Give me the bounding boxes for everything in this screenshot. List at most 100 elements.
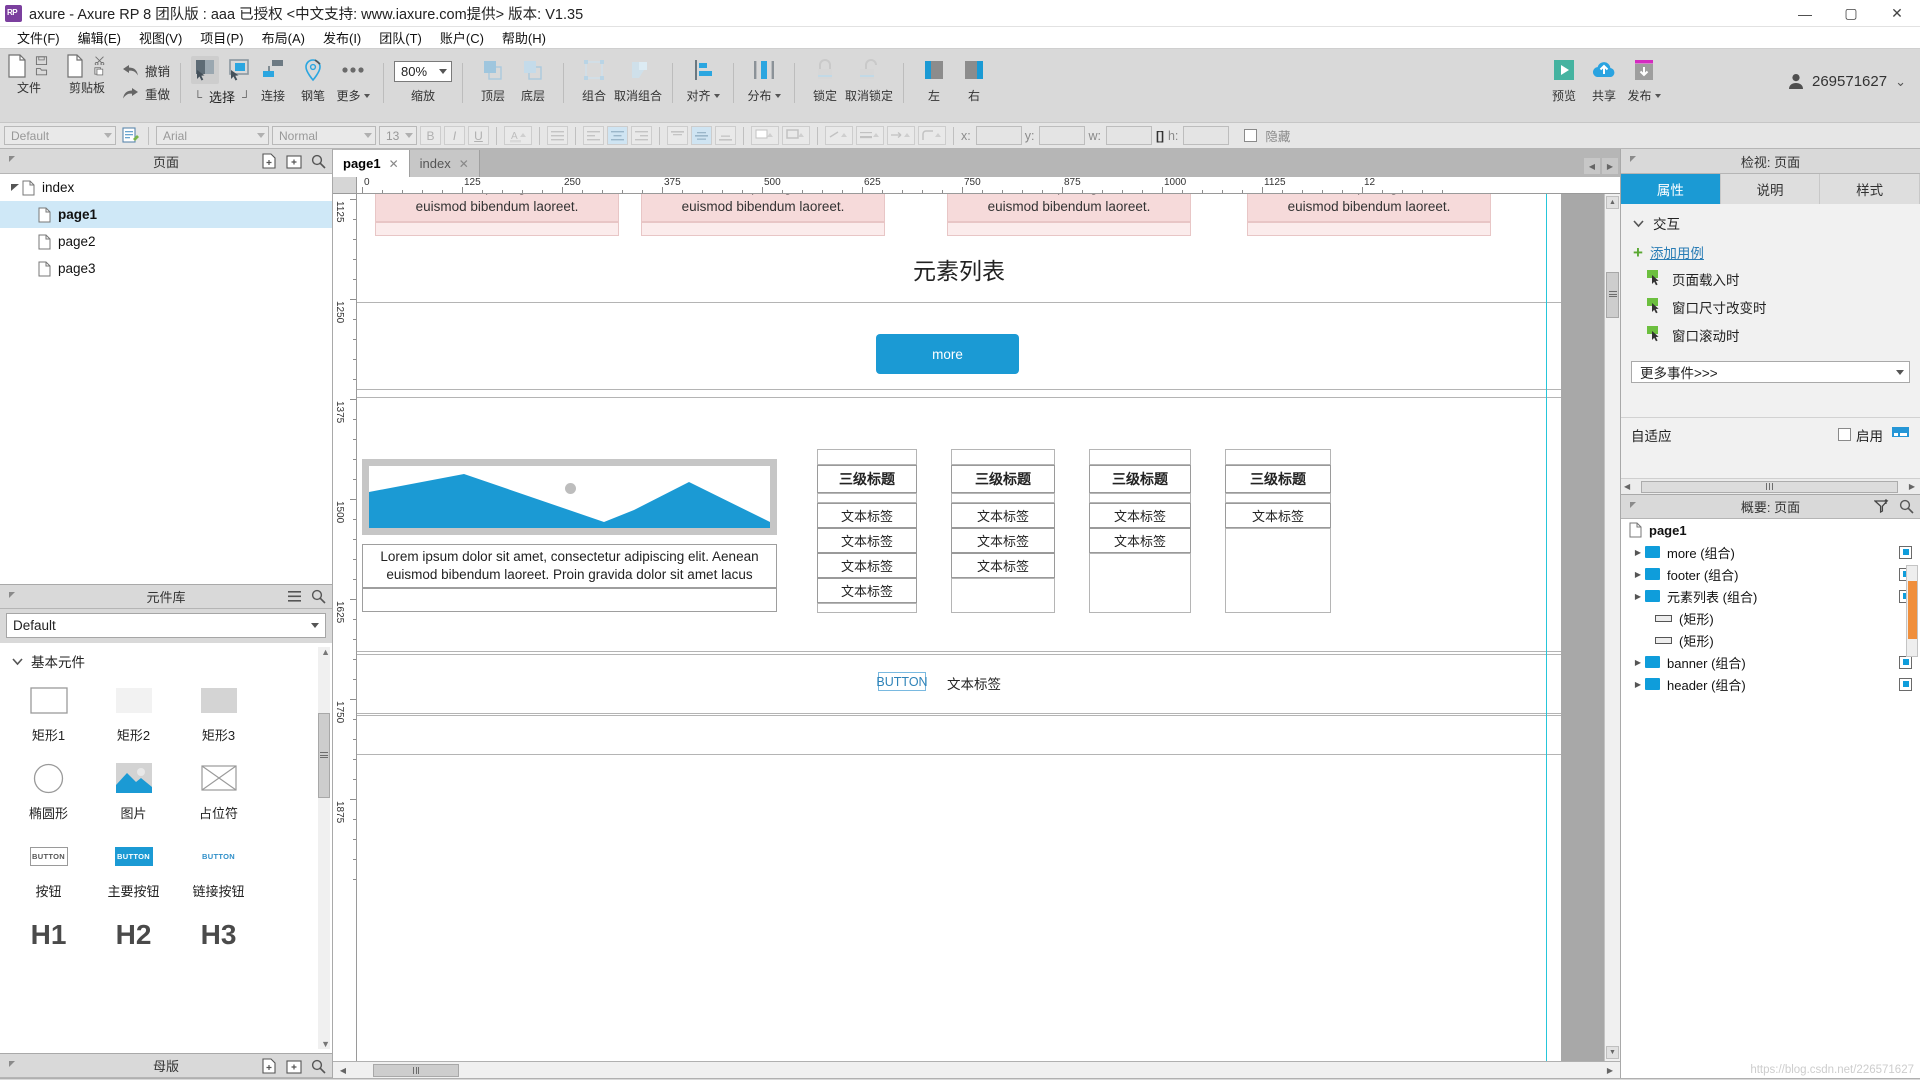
table-cell[interactable]: 文本标签: [1225, 503, 1331, 528]
outline-scrollbar-thumb[interactable]: [1908, 581, 1917, 639]
table-header-cell[interactable]: 三级标题: [951, 465, 1055, 493]
line-color-button[interactable]: [782, 126, 810, 145]
table-cell[interactable]: 文本标签: [817, 503, 917, 528]
canvas-horizontal-scrollbar[interactable]: ◀ ▶: [333, 1061, 1620, 1078]
add-folder-icon[interactable]: [286, 1059, 302, 1077]
select-tool-icon[interactable]: [191, 56, 220, 84]
maximize-button[interactable]: ▢: [1828, 0, 1874, 27]
text-indent-button[interactable]: [547, 126, 568, 145]
expand-arrow-icon[interactable]: [8, 183, 22, 192]
pink-card-footer-3[interactable]: [947, 222, 1191, 236]
tab-notes[interactable]: 说明: [1720, 174, 1821, 204]
menu-item-publish[interactable]: 发布(I): [314, 26, 370, 49]
table-header-cell[interactable]: 三级标题: [1089, 465, 1191, 493]
table-cell[interactable]: 文本标签: [951, 528, 1055, 553]
table-blank-cell[interactable]: [951, 578, 1055, 613]
table-blank-cell[interactable]: [817, 449, 917, 465]
inspector-scroll-left[interactable]: ◀: [1624, 482, 1630, 491]
widget-rect3[interactable]: 矩形3: [176, 675, 261, 753]
preview-button[interactable]: 预览: [1544, 49, 1584, 104]
outline-root[interactable]: page1: [1621, 519, 1920, 541]
font-weight-select[interactable]: Normal: [272, 126, 376, 145]
table-blank-cell[interactable]: [1225, 493, 1331, 503]
underline-button[interactable]: U: [468, 126, 489, 145]
point-tool-icon[interactable]: [225, 56, 253, 84]
tab-scroll-right[interactable]: ▶: [1602, 158, 1618, 174]
widget-link-button[interactable]: BUTTON 链接按钮: [176, 831, 261, 909]
search-icon[interactable]: [1899, 499, 1914, 517]
widget-h3[interactable]: H3: [176, 909, 261, 950]
library-scroll-up-arrow[interactable]: ▲: [321, 647, 330, 657]
visibility-toggle[interactable]: [1899, 677, 1912, 691]
bring-to-front-button[interactable]: 顶层: [473, 49, 513, 104]
outline-item-footer[interactable]: ▶ footer (组合): [1621, 563, 1920, 585]
menu-item-view[interactable]: 视图(V): [130, 26, 191, 49]
image-placeholder-widget[interactable]: [362, 459, 777, 535]
valign-bottom-button[interactable]: [715, 126, 736, 145]
image-caption[interactable]: Lorem ipsum dolor sit amet, consectetur …: [362, 544, 777, 588]
line-width-button[interactable]: [856, 126, 884, 145]
pen-tool[interactable]: 钢笔: [293, 49, 333, 104]
menu-item-layout[interactable]: 布局(A): [253, 26, 314, 49]
menu-item-project[interactable]: 项目(P): [191, 26, 252, 49]
collapse-arrow-icon[interactable]: [1628, 500, 1641, 516]
filter-icon[interactable]: [1873, 498, 1890, 517]
share-button[interactable]: 共享: [1584, 49, 1624, 104]
expand-arrow-icon[interactable]: ▶: [1631, 548, 1645, 557]
more-events-select[interactable]: 更多事件>>>: [1631, 361, 1910, 383]
table-blank-cell[interactable]: [951, 449, 1055, 465]
paste-icon[interactable]: [64, 54, 86, 78]
unlock-button[interactable]: 取消锁定: [845, 49, 893, 104]
library-select[interactable]: Default: [6, 613, 326, 638]
outline-item-rect-2[interactable]: (矩形): [1621, 629, 1920, 651]
add-folder-icon[interactable]: [286, 154, 302, 172]
menu-item-file[interactable]: 文件(F): [8, 26, 69, 49]
canvas-scroll-down-arrow[interactable]: ▼: [1606, 1046, 1619, 1059]
canvas-hscroll-thumb[interactable]: [373, 1064, 459, 1077]
outline-item-banner[interactable]: ▶ banner (组合): [1621, 651, 1920, 673]
table-blank-cell[interactable]: [817, 493, 917, 503]
more-tools[interactable]: 更多: [333, 49, 373, 104]
style-editor-icon[interactable]: [119, 126, 141, 146]
tab-style[interactable]: 样式: [1820, 174, 1920, 204]
table-cell[interactable]: 文本标签: [1089, 503, 1191, 528]
collapse-arrow-icon[interactable]: [7, 590, 20, 606]
close-button[interactable]: ✕: [1874, 0, 1920, 27]
menu-item-account[interactable]: 账户(C): [431, 26, 493, 49]
collapse-arrow-icon[interactable]: [7, 154, 20, 170]
inspector-hscroll-thumb[interactable]: [1641, 480, 1898, 493]
search-icon[interactable]: [311, 1059, 326, 1077]
library-scrollbar[interactable]: [318, 647, 330, 1049]
widget-h2[interactable]: H2: [91, 909, 176, 950]
widget-ellipse[interactable]: 椭圆形: [6, 753, 91, 831]
add-case-row[interactable]: + 添加用例: [1621, 237, 1920, 265]
canvas-tab-index[interactable]: index ✕: [409, 150, 480, 177]
pink-card-footer-1[interactable]: [375, 222, 619, 236]
left-panel-toggle[interactable]: 左: [914, 49, 954, 104]
line-style-button[interactable]: [825, 126, 853, 145]
align-left-button[interactable]: [583, 126, 604, 145]
vertical-ruler[interactable]: 1125 1250 1375 1500 1625 1750 1875: [333, 194, 357, 1061]
table-header-cell[interactable]: 三级标题: [817, 465, 917, 493]
add-case-link[interactable]: 添加用例: [1650, 242, 1704, 262]
element-table[interactable]: 三级标题 文本标签 文本标签 文本标签 文本标签 三级标题 文本标签 文本标签 …: [817, 449, 1331, 613]
widget-rect1[interactable]: 矩形1: [6, 675, 91, 753]
tab-scroll-left[interactable]: ◀: [1584, 158, 1600, 174]
add-page-icon[interactable]: [262, 153, 277, 172]
canvas-scroll-up-arrow[interactable]: ▲: [1606, 196, 1619, 209]
table-cell[interactable]: 文本标签: [817, 528, 917, 553]
widget-placeholder[interactable]: 占位符: [176, 753, 261, 831]
interaction-section-header[interactable]: 交互: [1621, 204, 1920, 237]
style-select[interactable]: Default: [4, 126, 116, 145]
horizontal-ruler[interactable]: 0 125 250 375 500 625 750 875 1000 1125 12: [357, 177, 1620, 194]
close-icon[interactable]: ✕: [389, 157, 399, 171]
zoom-select[interactable]: 80%: [394, 61, 453, 82]
table-blank-cell[interactable]: [1225, 528, 1331, 613]
visibility-toggle[interactable]: [1899, 655, 1912, 669]
widget-button[interactable]: BUTTON 按钮: [6, 831, 91, 909]
outline-item-header[interactable]: ▶ header (组合): [1621, 673, 1920, 695]
footer-text-label[interactable]: 文本标签: [947, 673, 1001, 693]
hamburger-icon[interactable]: [287, 590, 302, 606]
hidden-checkbox[interactable]: [1244, 129, 1258, 142]
visibility-toggle[interactable]: [1899, 545, 1912, 559]
